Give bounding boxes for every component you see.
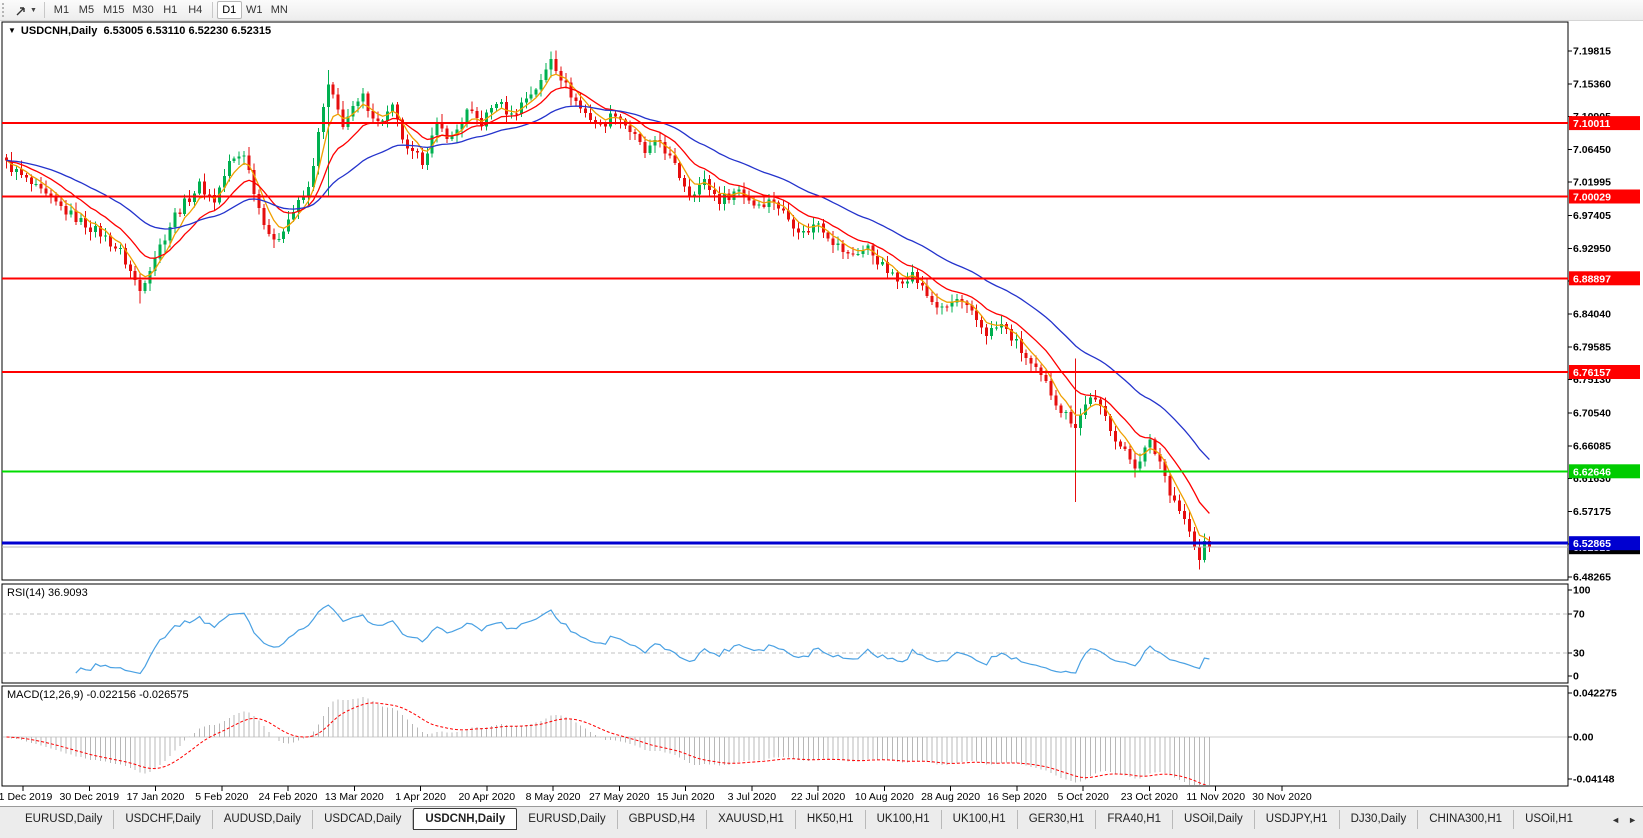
panel-splitter[interactable] xyxy=(0,580,1568,584)
toolbar-grip[interactable] xyxy=(2,3,9,17)
tab-scroll-left-button[interactable]: ◄ xyxy=(1611,815,1620,825)
date-tick-label: 1 Apr 2020 xyxy=(395,791,446,803)
timeframe-button-d1[interactable]: D1 xyxy=(217,1,242,19)
tab-eurusd-daily[interactable]: EURUSD,Daily xyxy=(14,810,114,829)
tab-scroll-right-button[interactable]: ► xyxy=(1628,815,1637,825)
svg-text:6.52865: 6.52865 xyxy=(1573,538,1611,550)
tab-audusd-daily[interactable]: AUDUSD,Daily xyxy=(213,810,313,829)
date-tick-label: 20 Apr 2020 xyxy=(458,791,515,803)
dropdown-caret-icon: ▼ xyxy=(30,7,37,14)
svg-text:6.88897: 6.88897 xyxy=(1573,273,1611,285)
rsi-indicator-label: RSI(14) 36.9093 xyxy=(7,587,88,599)
price-tick-label: 6.79585 xyxy=(1573,341,1611,353)
rsi-axis-label: 100 xyxy=(1573,585,1591,597)
timeframe-button-m30[interactable]: M30 xyxy=(128,1,157,19)
date-tick-label: 10 Aug 2020 xyxy=(855,791,914,803)
chart-tab-bar: EURUSD,DailyUSDCHF,DailyAUDUSD,DailyUSDC… xyxy=(0,806,1643,838)
price-level-label: 6.52865 xyxy=(1569,536,1640,550)
tab-china300-h1[interactable]: CHINA300,H1 xyxy=(1418,810,1514,829)
date-tick-label: 24 Feb 2020 xyxy=(259,791,318,803)
tab-ger30-h1[interactable]: GER30,H1 xyxy=(1018,810,1097,829)
rsi-axis-label: 30 xyxy=(1573,647,1585,659)
price-tick-label: 7.15360 xyxy=(1573,78,1611,90)
main-chart-panel xyxy=(2,22,1568,580)
tab-eurusd-daily[interactable]: EURUSD,Daily xyxy=(517,810,617,829)
timeframe-button-m1[interactable]: M1 xyxy=(49,1,74,19)
date-tick-label: 28 Aug 2020 xyxy=(921,791,980,803)
tab-fra40-h1[interactable]: FRA40,H1 xyxy=(1096,810,1173,829)
macd-axis-label: -0.04148 xyxy=(1573,774,1615,786)
timeframe-button-h1[interactable]: H1 xyxy=(158,1,183,19)
cursor-crosshair-icon xyxy=(15,4,28,17)
price-tick-label: 6.92950 xyxy=(1573,243,1611,255)
price-level-label: 6.76157 xyxy=(1569,365,1640,379)
tab-hk50-h1[interactable]: HK50,H1 xyxy=(796,810,866,829)
date-tick-label: 15 Jun 2020 xyxy=(657,791,715,803)
rsi-panel xyxy=(2,584,1568,683)
rsi-axis-label: 0 xyxy=(1573,671,1579,683)
svg-text:7.00029: 7.00029 xyxy=(1573,192,1611,204)
toolbar-separator xyxy=(212,2,213,18)
date-tick-label: 17 Jan 2020 xyxy=(127,791,185,803)
chart-quote: 6.53005 6.53110 6.52230 6.52315 xyxy=(103,25,271,37)
chart-symbol: USDCNH,Daily xyxy=(21,25,97,37)
date-tick-label: 30 Nov 2020 xyxy=(1252,791,1312,803)
price-tick-label: 6.84040 xyxy=(1573,309,1611,321)
macd-panel xyxy=(2,686,1568,786)
symbol-dropdown-icon[interactable]: ▼ xyxy=(8,26,16,35)
timeframe-button-m15[interactable]: M15 xyxy=(99,1,128,19)
date-tick-label: 3 Jul 2020 xyxy=(728,791,777,803)
tab-usdchf-daily[interactable]: USDCHF,Daily xyxy=(114,810,212,829)
price-level-label: 7.10011 xyxy=(1569,116,1640,130)
price-level-label: 6.62646 xyxy=(1569,464,1640,478)
tab-usoil-h1[interactable]: USOil,H1 xyxy=(1514,810,1584,829)
macd-indicator-label: MACD(12,26,9) -0.022156 -0.026575 xyxy=(7,689,189,701)
timeframe-button-m5[interactable]: M5 xyxy=(74,1,99,19)
price-tick-label: 7.01995 xyxy=(1573,177,1611,189)
date-tick-label: 30 Dec 2019 xyxy=(60,791,120,803)
date-tick-label: 5 Oct 2020 xyxy=(1058,791,1110,803)
price-tick-label: 6.97405 xyxy=(1573,210,1611,222)
price-tick-label: 6.66085 xyxy=(1573,441,1611,453)
price-tick-label: 6.48265 xyxy=(1573,572,1611,584)
tab-uk100-h1[interactable]: UK100,H1 xyxy=(942,810,1018,829)
tab-usoil-daily[interactable]: USOil,Daily xyxy=(1173,810,1255,829)
macd-axis-label: 0.042275 xyxy=(1573,688,1617,700)
date-tick-label: 23 Oct 2020 xyxy=(1121,791,1178,803)
price-level-label: 6.88897 xyxy=(1569,271,1640,285)
price-tick-label: 7.19815 xyxy=(1573,46,1611,58)
chart-title: ▼ USDCNH,Daily 6.53005 6.53110 6.52230 6.… xyxy=(8,25,271,37)
date-tick-label: 11 Nov 2020 xyxy=(1186,791,1245,803)
tab-usdcad-daily[interactable]: USDCAD,Daily xyxy=(313,810,413,829)
timeframe-button-h4[interactable]: H4 xyxy=(183,1,208,19)
tab-usdcnh-daily[interactable]: USDCNH,Daily xyxy=(413,808,517,830)
date-tick-label: 8 May 2020 xyxy=(526,791,581,803)
toolbar-separator xyxy=(44,2,45,18)
date-tick-label: 13 Mar 2020 xyxy=(325,791,384,803)
rsi-axis-label: 70 xyxy=(1573,608,1585,620)
panel-splitter[interactable] xyxy=(0,683,1568,687)
tab-usdjpy-h1[interactable]: USDJPY,H1 xyxy=(1255,810,1340,829)
timeframe-button-w1[interactable]: W1 xyxy=(242,1,267,19)
tab-gbpusd-h4[interactable]: GBPUSD,H4 xyxy=(618,810,707,829)
tab-dj30-daily[interactable]: DJ30,Daily xyxy=(1340,810,1419,829)
svg-text:6.62646: 6.62646 xyxy=(1573,466,1611,478)
price-tick-label: 7.06450 xyxy=(1573,144,1611,156)
macd-axis-label: 0.00 xyxy=(1573,732,1594,744)
price-tick-label: 6.70540 xyxy=(1573,408,1611,420)
price-level-label: 7.00029 xyxy=(1569,190,1640,204)
tab-uk100-h1[interactable]: UK100,H1 xyxy=(866,810,942,829)
price-tick-label: 6.57175 xyxy=(1573,506,1611,518)
date-tick-label: 5 Feb 2020 xyxy=(195,791,248,803)
svg-text:7.10011: 7.10011 xyxy=(1573,118,1611,130)
date-tick-label: 22 Jul 2020 xyxy=(791,791,845,803)
svg-text:6.76157: 6.76157 xyxy=(1573,367,1611,379)
timeframe-button-mn[interactable]: MN xyxy=(267,1,292,19)
toolbar: ▼ M1M5M15M30H1H4 D1W1MN xyxy=(0,0,1643,21)
date-tick-label: 11 Dec 2019 xyxy=(0,791,53,803)
tab-xauusd-h1[interactable]: XAUUSD,H1 xyxy=(707,810,796,829)
date-tick-label: 16 Sep 2020 xyxy=(987,791,1047,803)
cursor-tool-button[interactable]: ▼ xyxy=(12,1,40,19)
date-tick-label: 27 May 2020 xyxy=(589,791,650,803)
